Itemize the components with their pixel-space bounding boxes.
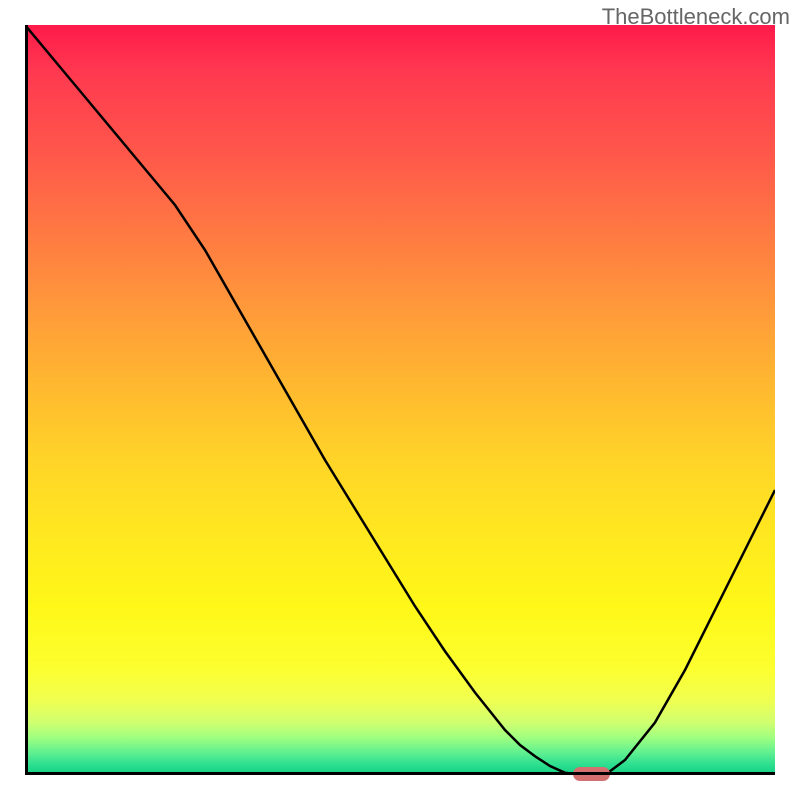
watermark-text: TheBottleneck.com xyxy=(602,4,790,30)
optimal-marker xyxy=(573,767,611,781)
plot-area xyxy=(25,25,775,775)
bottleneck-chart: TheBottleneck.com xyxy=(0,0,800,800)
bottleneck-curve-path xyxy=(25,25,775,775)
curve-svg xyxy=(25,25,775,775)
